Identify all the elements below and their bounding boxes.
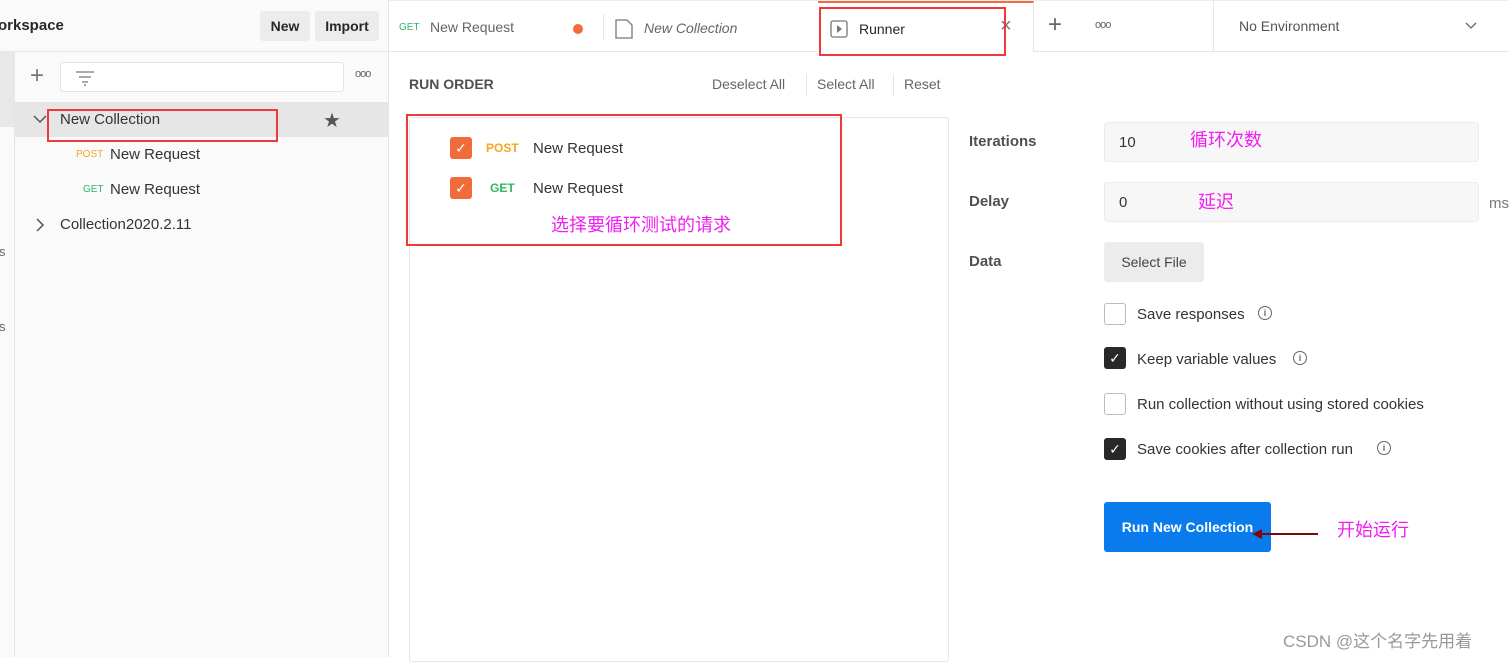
left-rail [0,52,15,657]
tab-label: Runner [859,21,905,37]
method-badge-get: GET [490,181,515,195]
option-label: Save responses [1137,306,1245,323]
select-all-link[interactable]: Select All [817,76,875,92]
data-label: Data [969,253,1002,270]
run-collection-button[interactable]: Run New Collection [1104,502,1271,552]
run-order-list [409,117,949,662]
tab-label: New Collection [644,20,738,36]
annotation-select-requests: 选择要循环测试的请求 [551,215,731,236]
collection-name[interactable]: Collection2020.2.11 [60,216,191,233]
chevron-down-icon [1465,22,1477,29]
tab-runner[interactable]: Runner × [818,1,1034,52]
watermark: CSDN @这个名字先用着 [1283,632,1473,651]
checkbox-checked[interactable]: ✓ [450,137,472,159]
filter-input[interactable] [60,62,344,92]
collection-icon [615,19,633,39]
iterations-input[interactable]: 10 [1104,122,1479,162]
delay-unit: ms [1489,195,1509,212]
import-button[interactable]: Import [315,11,379,41]
no-cookies-checkbox[interactable] [1104,393,1126,415]
environment-value: No Environment [1239,18,1340,34]
run-order-title: RUN ORDER [409,76,494,92]
runner-icon [830,20,848,38]
info-icon[interactable]: i [1377,441,1391,455]
method-badge-post: POST [486,141,519,155]
environment-select[interactable]: No Environment [1213,1,1509,52]
keep-variable-values-checkbox[interactable]: ✓ [1104,347,1126,369]
close-icon[interactable]: × [1000,15,1012,38]
run-order-item: New Request [533,140,624,157]
rail-fragment: s [0,319,6,334]
workspace-title[interactable]: orkspace [0,17,64,34]
sidebar: orkspace New Import s s + ooo New Collec… [0,0,389,657]
annotation-start: 开始运行 [1337,520,1409,541]
option-label: Run collection without using stored cook… [1137,396,1424,413]
annotation-delay: 延迟 [1198,192,1234,213]
request-item[interactable]: New Request [110,181,200,198]
divider [893,74,894,96]
info-icon[interactable]: i [1258,306,1272,320]
more-icon[interactable]: ooo [355,68,371,80]
info-icon[interactable]: i [1293,351,1307,365]
collection-name[interactable]: New Collection [60,111,160,128]
delay-label: Delay [969,193,1010,210]
rail-fragment: s [0,244,6,259]
iterations-label: Iterations [969,133,1037,150]
request-item[interactable]: New Request [110,146,200,163]
new-tab-icon[interactable]: + [1048,11,1062,39]
tab-new-collection[interactable]: New Collection [604,2,818,52]
add-collection-icon[interactable]: + [30,64,44,88]
option-label: Save cookies after collection run [1137,441,1353,458]
select-file-button[interactable]: Select File [1104,242,1204,282]
filter-icon [76,71,94,86]
annotation-iterations: 循环次数 [1190,130,1262,151]
reset-link[interactable]: Reset [904,76,941,92]
deselect-all-link[interactable]: Deselect All [712,76,785,92]
unsaved-dot-icon [573,24,583,34]
checkbox-checked[interactable]: ✓ [450,177,472,199]
chevron-right-icon[interactable] [35,218,45,232]
tab-new-request[interactable]: GET New Request [390,2,603,52]
star-icon[interactable]: ★ [323,108,341,133]
option-label: Keep variable values [1137,351,1277,368]
divider [806,74,807,96]
arrow-annotation-icon [1252,529,1318,539]
method-badge-get: GET [83,184,104,195]
method-badge-post: POST [76,149,104,160]
save-responses-checkbox[interactable] [1104,303,1126,325]
tab-options-icon[interactable]: ooo [1095,19,1111,31]
chevron-down-icon[interactable] [33,114,47,124]
rail-active-item[interactable] [0,52,14,127]
save-cookies-checkbox[interactable]: ✓ [1104,438,1126,460]
new-button[interactable]: New [260,11,310,41]
method-badge-get: GET [399,22,420,33]
delay-input[interactable]: 0 [1104,182,1479,222]
tab-label: New Request [430,19,515,35]
run-order-item: New Request [533,180,624,197]
